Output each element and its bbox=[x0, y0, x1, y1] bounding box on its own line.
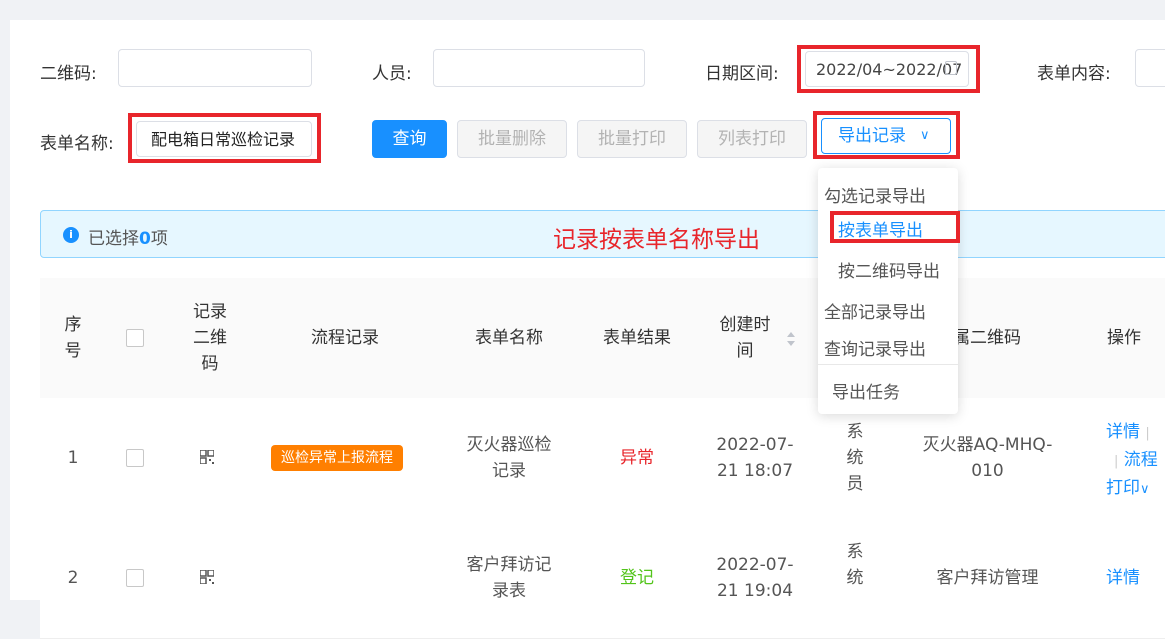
date-range-value: 2022/04~2022/07 bbox=[816, 60, 963, 79]
form-content-label: 表单内容: bbox=[1037, 64, 1111, 84]
row-actions: 详情 bbox=[1106, 565, 1165, 591]
menu-item-query-records[interactable]: 查询记录导出 bbox=[824, 335, 926, 360]
row-form-name: 客户拜访记 录表 bbox=[466, 555, 552, 601]
alert-suffix: 项 bbox=[150, 229, 168, 249]
select-all-checkbox[interactable] bbox=[126, 329, 144, 347]
selection-alert-text: 已选择0项 bbox=[88, 224, 168, 249]
col-actions: 操作 bbox=[1107, 328, 1141, 348]
date-range-label: 日期区间: bbox=[705, 64, 779, 84]
row-checkbox[interactable] bbox=[126, 569, 144, 587]
query-button[interactable]: 查询 bbox=[372, 120, 447, 158]
detail-link[interactable]: 详情 bbox=[1106, 422, 1140, 442]
row-index: 1 bbox=[67, 448, 79, 468]
person-label: 人员: bbox=[372, 64, 412, 84]
flow-tag[interactable]: 巡检异常上报流程 bbox=[271, 445, 403, 471]
selected-count: 0 bbox=[139, 229, 151, 249]
col-flow-record: 流程记录 bbox=[311, 328, 379, 348]
annotation-text: 记录按表单名称导出 bbox=[553, 227, 760, 253]
form-name-value: 配电箱日常巡检记录 bbox=[151, 130, 296, 149]
action-separator: | bbox=[1114, 454, 1119, 469]
menu-item-all-records[interactable]: 全部记录导出 bbox=[824, 298, 926, 323]
qrcode-label: 二维码: bbox=[40, 64, 97, 84]
col-created-time[interactable]: 创建时间 bbox=[710, 312, 780, 364]
row-checkbox[interactable] bbox=[126, 449, 144, 467]
table-row: 2 客户拜访记 录表 登记 2022-07- 21 19:04 系统 客户拜访管理 … bbox=[40, 518, 1165, 639]
chevron-down-icon: ∨ bbox=[920, 128, 930, 143]
row-result: 异常 bbox=[620, 448, 654, 468]
row-qr-name: 灭火器AQ-MHQ- 010 bbox=[922, 435, 1053, 481]
person-input[interactable] bbox=[433, 49, 645, 87]
qrcode-icon[interactable] bbox=[200, 450, 214, 464]
export-records-button[interactable]: 导出记录 ∨ bbox=[821, 118, 951, 154]
row-actions: 详情 | | 流程 打印∨ bbox=[1106, 419, 1165, 503]
col-form-name: 表单名称 bbox=[475, 328, 543, 348]
row-created-time: 2022-07- 21 19:04 bbox=[716, 555, 794, 601]
sort-ascending-icon[interactable] bbox=[787, 332, 795, 337]
alert-prefix: 已选择 bbox=[88, 229, 139, 249]
list-print-button[interactable]: 列表打印 bbox=[697, 120, 807, 158]
action-separator: | bbox=[1145, 426, 1150, 441]
row-creator: 系统员 bbox=[846, 422, 864, 494]
batch-print-button[interactable]: 批量打印 bbox=[577, 120, 687, 158]
col-index: 序号 bbox=[64, 315, 82, 361]
print-link[interactable]: 打印 bbox=[1106, 478, 1140, 498]
row-qr-name: 客户拜访管理 bbox=[936, 568, 1039, 588]
menu-item-by-qrcode[interactable]: 按二维码导出 bbox=[838, 257, 940, 282]
export-records-label: 导出记录 bbox=[838, 126, 906, 146]
export-dropdown-menu: 勾选记录导出 按表单导出 按二维码导出 全部记录导出 查询记录导出 导出任务 bbox=[818, 168, 958, 414]
col-record-qr: 记录 二维码 bbox=[193, 302, 227, 374]
row-form-name: 灭火器巡检 记录 bbox=[466, 435, 552, 481]
row-result: 登记 bbox=[620, 568, 654, 588]
col-form-result: 表单结果 bbox=[603, 328, 671, 348]
form-content-input[interactable] bbox=[1135, 49, 1165, 87]
chevron-down-icon[interactable]: ∨ bbox=[1140, 482, 1150, 497]
form-name-label: 表单名称: bbox=[40, 134, 114, 154]
qrcode-icon[interactable] bbox=[200, 570, 214, 584]
qrcode-input[interactable] bbox=[118, 49, 312, 87]
flow-link[interactable]: 流程 bbox=[1124, 450, 1158, 470]
menu-item-export-tasks[interactable]: 导出任务 bbox=[832, 378, 900, 403]
table-header: 序号 记录 二维码 流程记录 表单名称 表单结果 创建时间 所属二维码 操作 bbox=[40, 278, 1165, 399]
row-created-time: 2022-07- 21 18:07 bbox=[716, 435, 794, 481]
row-index: 2 bbox=[67, 568, 79, 588]
menu-item-by-form-name[interactable]: 按表单导出 bbox=[838, 216, 923, 241]
info-icon: i bbox=[63, 227, 79, 243]
menu-divider bbox=[818, 364, 958, 365]
row-creator: 系统 bbox=[846, 542, 864, 588]
form-name-input[interactable]: 配电箱日常巡检记录 bbox=[136, 121, 312, 157]
detail-link[interactable]: 详情 bbox=[1106, 568, 1140, 588]
calendar-icon[interactable] bbox=[945, 61, 957, 75]
menu-group-checked[interactable]: 勾选记录导出 bbox=[824, 182, 926, 207]
batch-delete-button[interactable]: 批量删除 bbox=[457, 120, 567, 158]
table-row: 1 巡检异常上报流程 灭火器巡检 记录 异常 2022-07- 21 18:07 系… bbox=[40, 398, 1165, 519]
sort-descending-icon[interactable] bbox=[787, 341, 795, 346]
